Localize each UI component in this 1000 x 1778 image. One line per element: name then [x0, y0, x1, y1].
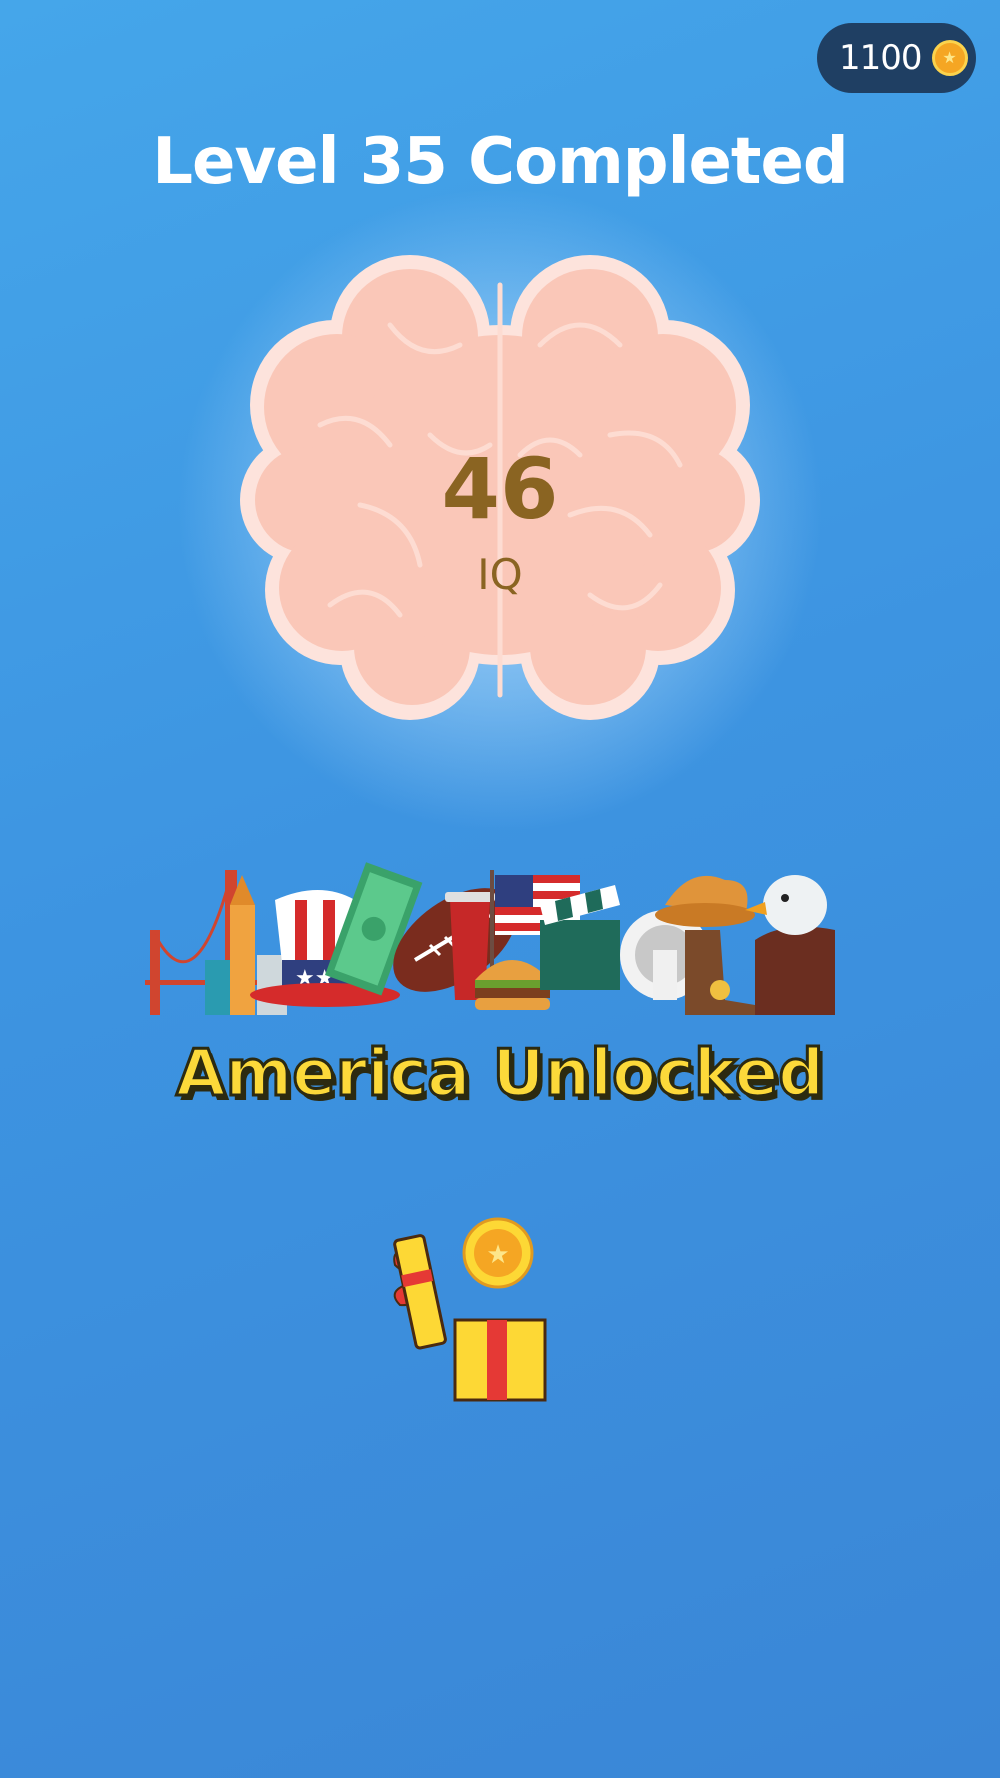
svg-text:★: ★: [486, 1240, 509, 1270]
coin-icon: ★: [931, 40, 968, 76]
unlocked-message: America Unlocked: [175, 1036, 826, 1113]
america-banner: ★★: [145, 862, 835, 1015]
cowboy-hat-icon: [655, 875, 755, 927]
gift-box-icon[interactable]: ★: [390, 1215, 560, 1405]
iq-score: 46: [441, 440, 559, 538]
coin-amount: 1100: [839, 38, 923, 78]
eagle-icon: [745, 875, 835, 1015]
level-completed-title: Level 35 Completed: [152, 125, 848, 199]
iq-label: IQ: [477, 550, 523, 599]
coin-balance[interactable]: 1100 ★: [817, 23, 976, 93]
cowboy-boot-icon: [685, 930, 755, 1015]
